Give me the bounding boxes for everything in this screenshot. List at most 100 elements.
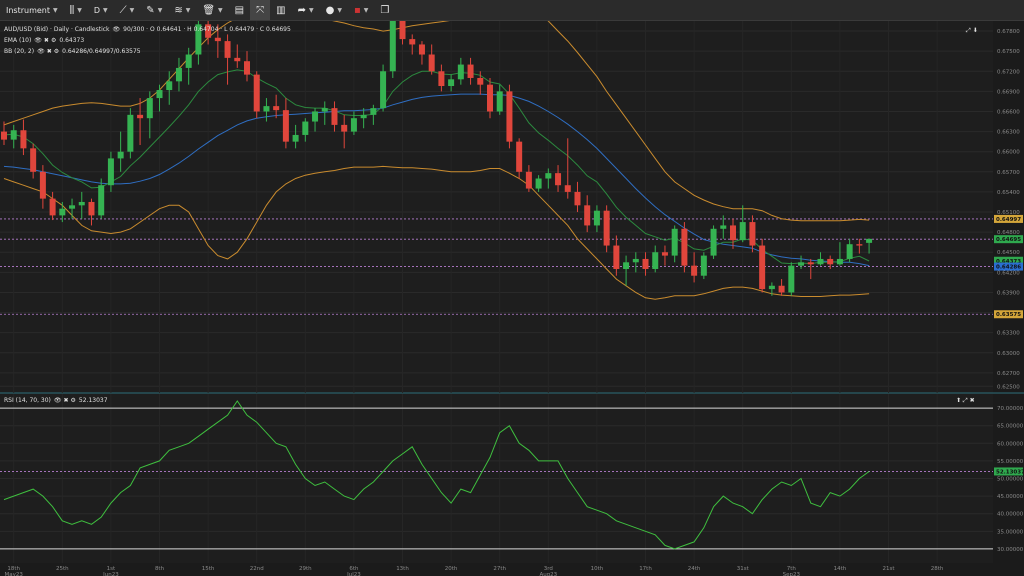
chevron-down-icon: ▼: [218, 6, 223, 14]
candle-body: [574, 191, 581, 206]
candle-body: [370, 108, 377, 115]
palette-icon: ●: [325, 4, 335, 16]
gear-icon: ⚙: [51, 37, 56, 44]
indicators-button[interactable]: ≋ ▼: [168, 0, 196, 20]
candle-body: [20, 130, 27, 149]
delete-button[interactable]: 🗑 ▼: [196, 0, 228, 20]
chart-style-button[interactable]: ▥: [270, 0, 291, 20]
chevron-down-icon: ▼: [77, 6, 82, 14]
candle-body: [652, 252, 659, 269]
candle-body: [846, 244, 853, 259]
chevron-down-icon: ▼: [308, 6, 314, 14]
rsi-tick-label: 65.00000: [997, 424, 1024, 430]
time-tick-label: 10th: [591, 566, 604, 572]
price-tick-label: 0.65700: [997, 170, 1020, 176]
rsi-value-tag-label: 52.13037: [996, 469, 1024, 475]
candle-body: [603, 210, 610, 246]
candle-body: [428, 54, 435, 72]
candle-body: [389, 21, 396, 72]
candle-body: [749, 222, 756, 246]
rsi-legend[interactable]: RSI (14, 70, 30) 👁 ✖ ⚙ 52.13037: [4, 397, 108, 404]
time-month-label: Jun23: [102, 572, 119, 576]
time-axis[interactable]: [0, 563, 1024, 576]
candle-body: [350, 118, 357, 132]
draw-tool-button[interactable]: ✎ ▼: [140, 0, 168, 20]
price-tick-label: 0.62500: [997, 384, 1020, 390]
price-tag-label: 0.64997: [996, 217, 1021, 223]
crosshair-tool-button[interactable]: ⟋ ▼: [114, 0, 141, 20]
candle-body: [39, 171, 46, 199]
candle-body: [224, 41, 231, 58]
maximize-pane-icon[interactable]: ⤢ ⬇: [966, 27, 978, 34]
candle-body: [107, 158, 114, 186]
candle-body: [399, 21, 406, 40]
language-button[interactable]: ▪ ▼: [348, 0, 374, 20]
close-icon: ✖: [64, 397, 69, 404]
candle-body: [681, 228, 688, 266]
price-tick-label: 0.67500: [997, 49, 1020, 55]
candle-body: [49, 198, 56, 216]
fullscreen-button[interactable]: ⤧: [250, 0, 271, 20]
main-pane[interactable]: [0, 21, 993, 393]
rsi-pane-controls-icon[interactable]: ⬆ ⤢ ✖: [956, 397, 975, 404]
candle-body: [98, 185, 105, 216]
candle-body: [418, 44, 425, 55]
time-tick-label: 13th: [396, 566, 409, 572]
candle-body: [613, 245, 620, 269]
candle-body: [817, 258, 824, 265]
price-tick-label: 0.67800: [997, 29, 1020, 35]
window-button[interactable]: ❐: [374, 0, 395, 20]
candle-body: [642, 258, 649, 269]
main-price-axis[interactable]: [993, 21, 1024, 393]
candle-body: [214, 37, 221, 42]
price-tick-label: 0.63000: [997, 351, 1020, 357]
candle-body: [866, 238, 873, 243]
candle-body: [710, 228, 717, 256]
candle-body: [166, 81, 173, 91]
candle-body: [739, 222, 746, 241]
candle-body: [584, 205, 591, 226]
window-icon: ❐: [380, 4, 390, 16]
settings-button[interactable]: ● ▼: [320, 0, 348, 20]
time-month-label: Jul23: [346, 572, 361, 576]
share-button[interactable]: ➦ ▼: [292, 0, 320, 20]
chevron-down-icon: ▼: [103, 6, 108, 14]
eye-icon: 👁: [34, 37, 42, 44]
time-tick-label: 15th: [202, 566, 215, 572]
share-icon: ➦: [297, 4, 306, 16]
time-tick-label: 27th: [493, 566, 506, 572]
price-tick-label: 0.66300: [997, 130, 1020, 136]
rsi-tick-label: 30.00000: [997, 547, 1024, 553]
time-month-label: Sep23: [783, 572, 801, 576]
candle-body: [457, 64, 464, 80]
candle-body: [535, 178, 542, 189]
time-tick-label: 29th: [299, 566, 312, 572]
chart-canvas[interactable]: 0.67800 0.67500 0.67200 0.66900 0.66600 0.663…: [0, 21, 1024, 576]
time-tick-label: 22nd: [250, 566, 264, 572]
layout-icon: ▤: [234, 4, 245, 16]
candle-type-button[interactable]: ⫼ ▼: [64, 0, 88, 20]
timeframe-dropdown[interactable]: D ▼: [88, 0, 114, 20]
flag-uk-icon: ▪: [353, 4, 361, 16]
candle-body: [253, 74, 260, 112]
price-tick-label: 0.63300: [997, 331, 1020, 337]
candle-body: [88, 201, 95, 216]
timeframe-label: D: [93, 5, 101, 15]
candle-body: [856, 244, 863, 246]
candle-body: [156, 90, 163, 99]
candle-body: [487, 84, 493, 112]
ema-legend[interactable]: EMA (10) 👁 ✖ ⚙ 0.64373: [4, 37, 84, 44]
candle-body: [759, 245, 766, 290]
layout-button[interactable]: ▤: [229, 0, 250, 20]
time-tick-label: 21st: [883, 566, 896, 572]
candle-body: [59, 208, 66, 216]
rsi-tick-label: 60.00000: [997, 441, 1024, 447]
bb-legend[interactable]: BB (20, 2) 👁 ✖ ⚙ 0.64286/0.64997/0.63575: [4, 48, 141, 55]
price-tick-label: 0.66600: [997, 109, 1020, 115]
candle-body: [331, 108, 338, 125]
rsi-tick-label: 50.00000: [997, 477, 1024, 483]
instrument-dropdown[interactable]: Instrument ▼: [0, 0, 64, 20]
close-icon: ✖: [47, 48, 52, 55]
rsi-tick-label: 35.00000: [997, 529, 1024, 535]
price-tick-label: 0.67200: [997, 69, 1020, 75]
